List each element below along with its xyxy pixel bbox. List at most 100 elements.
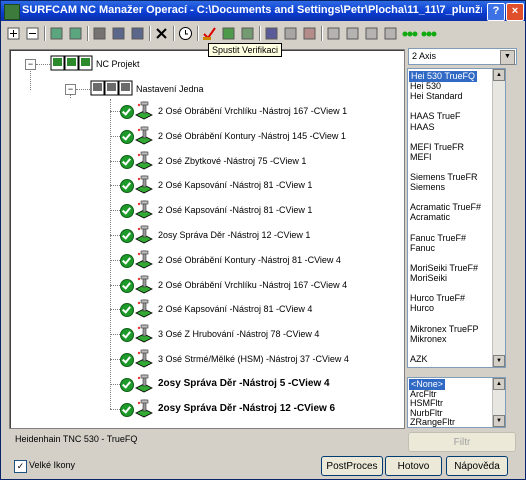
operation-label: 2 Osé Zbytkové -Nástroj 75 -CView 1 bbox=[158, 155, 307, 166]
tree-connector bbox=[110, 309, 120, 311]
title-bar[interactable]: SURFCAM NC Manažer Operací - C:\Document… bbox=[1, 1, 525, 21]
project-label: NC Projekt bbox=[96, 59, 140, 69]
postprocessor-item[interactable]: Hurco bbox=[410, 303, 434, 314]
tree-connector bbox=[76, 89, 90, 90]
drill-icon[interactable] bbox=[301, 25, 318, 42]
help-button[interactable]: Nápověda bbox=[446, 456, 508, 476]
status-ok-icon bbox=[120, 229, 134, 243]
status-ok-icon bbox=[120, 377, 134, 392]
delete-icon[interactable] bbox=[153, 25, 170, 42]
tree-connector bbox=[110, 334, 120, 336]
doc-icon[interactable] bbox=[325, 25, 342, 42]
large-icons-label: Velké Ikony bbox=[29, 460, 76, 470]
help-title-button[interactable]: ? bbox=[487, 3, 505, 21]
copy-ops-icon[interactable] bbox=[48, 25, 65, 42]
postprocessor-item[interactable]: Hurco TrueF# bbox=[410, 293, 465, 304]
status-ok-icon bbox=[120, 154, 134, 169]
edit-doc-icon[interactable] bbox=[344, 25, 361, 42]
setup-expander[interactable]: − bbox=[65, 84, 76, 95]
operation-label: 2 Osé Kapsování -Nástroj 81 -CView 1 bbox=[158, 180, 313, 191]
filter-item[interactable]: <None> bbox=[409, 379, 446, 390]
expand-icon[interactable] bbox=[5, 25, 22, 42]
postprocessor-item[interactable]: HAAS bbox=[410, 122, 435, 133]
scroll-down-icon[interactable]: ▼ bbox=[493, 415, 505, 427]
filter-scrollbar[interactable]: ▲ ▼ bbox=[492, 378, 505, 427]
status-ok-icon bbox=[120, 303, 134, 318]
postprocessor-item[interactable]: HAAS TrueF bbox=[410, 111, 461, 122]
tool-table-icon[interactable] bbox=[239, 25, 256, 42]
postprocessor-scrollbar[interactable]: ▲ ▼ bbox=[492, 69, 505, 367]
filter-item[interactable]: HSMFltr bbox=[410, 398, 443, 409]
operation-tool-icon bbox=[135, 399, 153, 418]
postprocessor-item[interactable]: Siemens bbox=[410, 182, 445, 193]
scroll-down-icon[interactable]: ▼ bbox=[493, 355, 505, 367]
project-expander[interactable]: − bbox=[25, 59, 36, 70]
status-ok-icon bbox=[120, 204, 134, 219]
verify-icon[interactable] bbox=[201, 25, 218, 42]
postprocessor-item[interactable]: AZK bbox=[410, 354, 428, 365]
filter-item[interactable]: ZRangeFltr bbox=[410, 417, 455, 427]
green-dots2-icon[interactable] bbox=[420, 25, 437, 42]
clock-icon[interactable] bbox=[177, 25, 194, 42]
toolbar-separator bbox=[149, 26, 151, 41]
scroll-up-icon[interactable]: ▲ bbox=[493, 378, 505, 390]
postprocessor-item[interactable]: Siemens TrueFR bbox=[410, 172, 478, 183]
postprocessor-item[interactable]: Fanuc TrueF# bbox=[410, 233, 466, 244]
operation-label: 3 Osé Z Hrubování -Nástroj 78 -CView 4 bbox=[158, 329, 320, 340]
done-button[interactable]: Hotovo bbox=[385, 456, 442, 476]
paste-ops-icon[interactable] bbox=[67, 25, 84, 42]
green-dots-icon[interactable] bbox=[401, 25, 418, 42]
postprocessor-item[interactable]: MEFI TrueFR bbox=[410, 142, 464, 153]
axis-select[interactable]: 2 Axis ▼ bbox=[408, 48, 517, 65]
chain2-icon[interactable] bbox=[382, 25, 399, 42]
tree-connector bbox=[110, 259, 120, 261]
operation-tool-icon bbox=[135, 126, 153, 145]
tree-connector bbox=[110, 135, 120, 137]
postprocessor-item[interactable]: MoriSeiki TrueF# bbox=[410, 263, 478, 274]
postprocessor-item[interactable]: Mikronex bbox=[410, 334, 447, 345]
postprocessor-item[interactable]: Mikronex TrueFP bbox=[410, 324, 479, 335]
postprocessor-item[interactable]: Acramatic bbox=[410, 212, 450, 223]
large-icons-checkbox[interactable]: ✓ bbox=[14, 460, 27, 473]
toolbar-separator bbox=[44, 26, 46, 41]
machine-status: Heidenhain TNC 530 - TrueFQ bbox=[15, 434, 138, 444]
operation-label: 2 Osé Obrábění Vrchlíku -Nástroj 167 -CV… bbox=[158, 106, 348, 116]
postprocessor-item[interactable]: Hei 530 TrueFQ bbox=[409, 71, 478, 82]
operation-tool-icon bbox=[135, 349, 153, 368]
postprocessor-item[interactable]: Acramatic TrueF# bbox=[410, 202, 481, 213]
postprocessor-item[interactable]: Hei Standard bbox=[410, 91, 463, 102]
setup-label: Nastavení Jedna bbox=[136, 84, 204, 94]
postproces-button[interactable]: PostProces bbox=[321, 456, 383, 476]
postprocessor-item[interactable]: MoriSeiki bbox=[410, 273, 447, 284]
status-ok-icon bbox=[120, 353, 134, 367]
chain-icon[interactable] bbox=[363, 25, 380, 42]
filter-button[interactable]: Filtr bbox=[408, 432, 516, 452]
tree-connector bbox=[110, 210, 120, 212]
filter-item[interactable]: NurbFltr bbox=[410, 408, 443, 419]
project-icon bbox=[50, 55, 93, 71]
postprocessor-item[interactable]: Hei 530 bbox=[410, 81, 441, 92]
glasses-icon[interactable] bbox=[263, 25, 280, 42]
postprocessor-item[interactable]: Fanuc bbox=[410, 243, 435, 254]
paste-icon[interactable] bbox=[129, 25, 146, 42]
filter-item[interactable]: ArcFltr bbox=[410, 389, 437, 400]
surfcam-app-icon bbox=[4, 4, 20, 20]
status-ok-icon bbox=[120, 179, 134, 194]
close-button[interactable]: × bbox=[506, 3, 524, 21]
probe-icon[interactable] bbox=[282, 25, 299, 42]
collapse-icon[interactable] bbox=[24, 25, 41, 42]
axis-select-value: 2 Axis bbox=[412, 51, 437, 61]
main-window: SURFCAM NC Manažer Operací - C:\Document… bbox=[0, 0, 526, 480]
copy-icon[interactable] bbox=[110, 25, 127, 42]
tree-connector bbox=[110, 185, 120, 187]
postprocessor-item[interactable]: MEFI bbox=[410, 152, 432, 163]
operations-tree[interactable]: − NC Projekt − Nastavení Jedna 2 Osé Obr… bbox=[9, 49, 405, 429]
operation-label: 2 Osé Obrábění Kontury -Nástroj 145 -CVi… bbox=[158, 130, 346, 141]
chevron-down-icon[interactable]: ▼ bbox=[500, 50, 515, 65]
simulate-icon[interactable] bbox=[220, 25, 237, 42]
scroll-up-icon[interactable]: ▲ bbox=[493, 69, 505, 81]
filter-list[interactable]: ZRangeFltr NurbFltr HSMFltr ArcFltr <None> ▲… bbox=[407, 377, 506, 428]
cut-icon[interactable] bbox=[91, 25, 108, 42]
status-ok-icon bbox=[120, 328, 134, 343]
postprocessor-list[interactable]: AZK Mikronex Mikronex TrueFP Hurco Hurco Tru… bbox=[407, 68, 506, 368]
